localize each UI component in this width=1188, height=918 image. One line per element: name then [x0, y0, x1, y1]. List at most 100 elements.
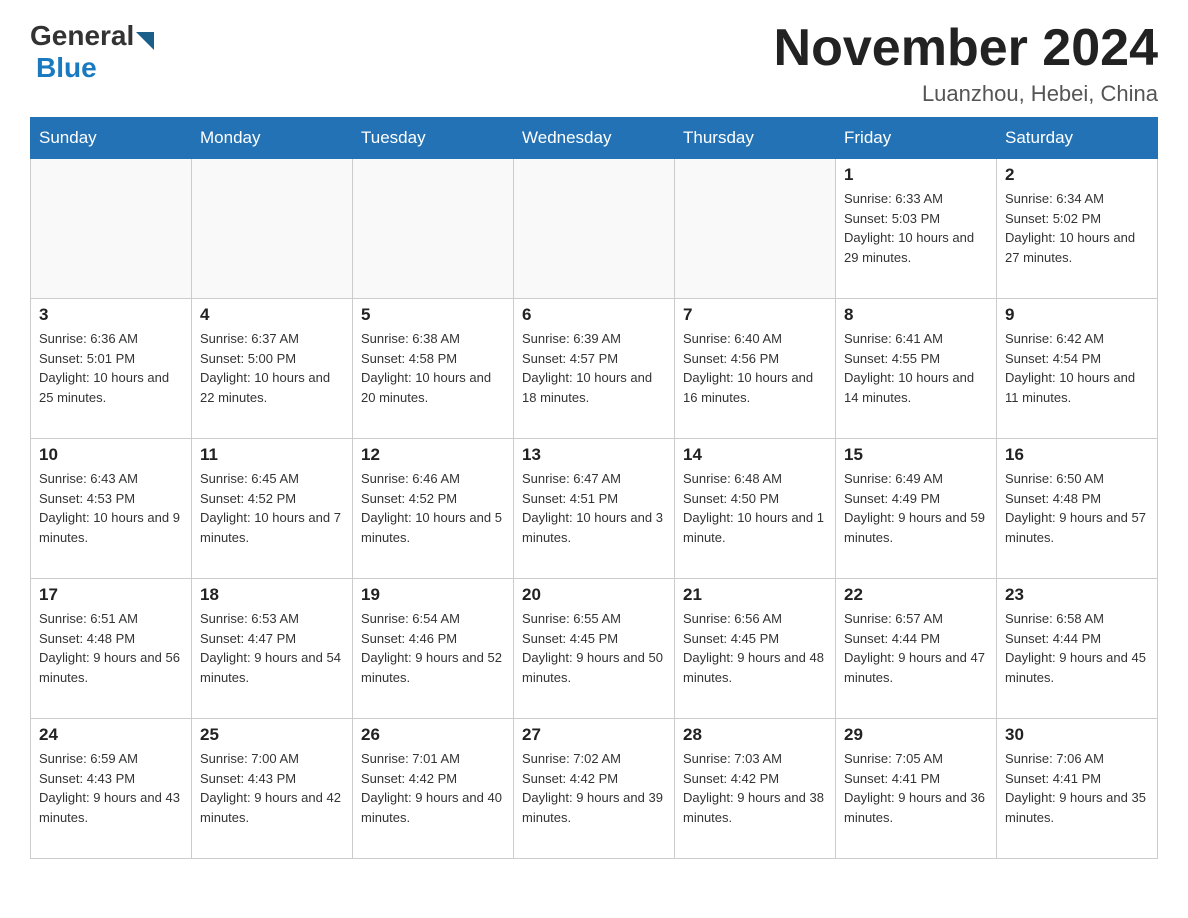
calendar-cell: 7 Sunrise: 6:40 AMSunset: 4:56 PMDaylight… — [675, 299, 836, 439]
day-number: 18 — [200, 585, 344, 605]
weekday-header-wednesday: Wednesday — [514, 118, 675, 159]
calendar-cell: 11 Sunrise: 6:45 AMSunset: 4:52 PMDayligh… — [192, 439, 353, 579]
day-number: 27 — [522, 725, 666, 745]
calendar-week-3: 10Sunrise: 6:43 AMSunset: 4:53 PMDayligh… — [31, 439, 1158, 579]
day-number: 13 — [522, 445, 666, 465]
day-info: Sunrise: 7:06 AMSunset: 4:41 PMDaylight:… — [1005, 749, 1149, 827]
calendar-week-2: 3 Sunrise: 6:36 AMSunset: 5:01 PMDaylight… — [31, 299, 1158, 439]
day-number: 11 — [200, 445, 344, 465]
calendar-cell: 21 Sunrise: 6:56 AMSunset: 4:45 PMDayligh… — [675, 579, 836, 719]
day-info: Sunrise: 6:59 AMSunset: 4:43 PMDaylight:… — [39, 749, 183, 827]
calendar-table: SundayMondayTuesdayWednesdayThursdayFrid… — [30, 117, 1158, 859]
calendar-cell: 13 Sunrise: 6:47 AMSunset: 4:51 PMDayligh… — [514, 439, 675, 579]
day-info: Sunrise: 6:39 AMSunset: 4:57 PMDaylight:… — [522, 329, 666, 407]
day-number: 14 — [683, 445, 827, 465]
day-number: 26 — [361, 725, 505, 745]
day-number: 1 — [844, 165, 988, 185]
day-number: 2 — [1005, 165, 1149, 185]
calendar-cell: 4 Sunrise: 6:37 AMSunset: 5:00 PMDaylight… — [192, 299, 353, 439]
logo: General Blue — [30, 20, 156, 84]
day-number: 5 — [361, 305, 505, 325]
calendar-week-1: 1 Sunrise: 6:33 AMSunset: 5:03 PMDaylight… — [31, 159, 1158, 299]
calendar-cell: 26Sunrise: 7:01 AMSunset: 4:42 PMDayligh… — [353, 719, 514, 859]
weekday-header-saturday: Saturday — [997, 118, 1158, 159]
calendar-cell: 2 Sunrise: 6:34 AMSunset: 5:02 PMDaylight… — [997, 159, 1158, 299]
day-info: Sunrise: 7:02 AMSunset: 4:42 PMDaylight:… — [522, 749, 666, 827]
day-info: Sunrise: 7:05 AMSunset: 4:41 PMDaylight:… — [844, 749, 988, 827]
logo-blue-text: Blue — [36, 52, 97, 83]
weekday-header-sunday: Sunday — [31, 118, 192, 159]
calendar-cell — [192, 159, 353, 299]
calendar-cell: 17 Sunrise: 6:51 AMSunset: 4:48 PMDayligh… — [31, 579, 192, 719]
day-info: Sunrise: 6:49 AMSunset: 4:49 PMDaylight:… — [844, 469, 988, 547]
day-number: 24 — [39, 725, 183, 745]
day-number: 29 — [844, 725, 988, 745]
day-number: 17 — [39, 585, 183, 605]
calendar-cell — [31, 159, 192, 299]
day-number: 20 — [522, 585, 666, 605]
day-info: Sunrise: 6:56 AMSunset: 4:45 PMDaylight:… — [683, 609, 827, 687]
day-info: Sunrise: 7:03 AMSunset: 4:42 PMDaylight:… — [683, 749, 827, 827]
day-info: Sunrise: 6:33 AMSunset: 5:03 PMDaylight:… — [844, 189, 988, 267]
calendar-cell: 12Sunrise: 6:46 AMSunset: 4:52 PMDayligh… — [353, 439, 514, 579]
day-number: 9 — [1005, 305, 1149, 325]
day-info: Sunrise: 6:37 AMSunset: 5:00 PMDaylight:… — [200, 329, 344, 407]
day-info: Sunrise: 6:36 AMSunset: 5:01 PMDaylight:… — [39, 329, 183, 407]
calendar-week-5: 24 Sunrise: 6:59 AMSunset: 4:43 PMDayligh… — [31, 719, 1158, 859]
calendar-cell: 20 Sunrise: 6:55 AMSunset: 4:45 PMDayligh… — [514, 579, 675, 719]
calendar-subtitle: Luanzhou, Hebei, China — [774, 81, 1158, 107]
day-info: Sunrise: 6:42 AMSunset: 4:54 PMDaylight:… — [1005, 329, 1149, 407]
day-number: 10 — [39, 445, 183, 465]
day-info: Sunrise: 6:47 AMSunset: 4:51 PMDaylight:… — [522, 469, 666, 547]
calendar-cell: 19Sunrise: 6:54 AMSunset: 4:46 PMDayligh… — [353, 579, 514, 719]
weekday-header-monday: Monday — [192, 118, 353, 159]
day-info: Sunrise: 6:45 AMSunset: 4:52 PMDaylight:… — [200, 469, 344, 547]
day-info: Sunrise: 6:58 AMSunset: 4:44 PMDaylight:… — [1005, 609, 1149, 687]
calendar-cell: 28 Sunrise: 7:03 AMSunset: 4:42 PMDayligh… — [675, 719, 836, 859]
day-info: Sunrise: 6:51 AMSunset: 4:48 PMDaylight:… — [39, 609, 183, 687]
day-number: 7 — [683, 305, 827, 325]
day-info: Sunrise: 6:38 AMSunset: 4:58 PMDaylight:… — [361, 329, 505, 407]
day-info: Sunrise: 6:40 AMSunset: 4:56 PMDaylight:… — [683, 329, 827, 407]
day-info: Sunrise: 6:53 AMSunset: 4:47 PMDaylight:… — [200, 609, 344, 687]
calendar-cell: 5 Sunrise: 6:38 AMSunset: 4:58 PMDaylight… — [353, 299, 514, 439]
day-info: Sunrise: 6:34 AMSunset: 5:02 PMDaylight:… — [1005, 189, 1149, 267]
calendar-cell: 22Sunrise: 6:57 AMSunset: 4:44 PMDayligh… — [836, 579, 997, 719]
day-number: 6 — [522, 305, 666, 325]
calendar-cell: 18 Sunrise: 6:53 AMSunset: 4:47 PMDayligh… — [192, 579, 353, 719]
weekday-header-friday: Friday — [836, 118, 997, 159]
day-number: 15 — [844, 445, 988, 465]
day-info: Sunrise: 7:00 AMSunset: 4:43 PMDaylight:… — [200, 749, 344, 827]
logo-general-text: General — [30, 20, 134, 52]
calendar-header: November 2024 Luanzhou, Hebei, China — [774, 20, 1158, 107]
calendar-cell: 23 Sunrise: 6:58 AMSunset: 4:44 PMDayligh… — [997, 579, 1158, 719]
day-number: 25 — [200, 725, 344, 745]
day-number: 16 — [1005, 445, 1149, 465]
day-number: 21 — [683, 585, 827, 605]
calendar-cell: 16 Sunrise: 6:50 AMSunset: 4:48 PMDayligh… — [997, 439, 1158, 579]
day-info: Sunrise: 6:48 AMSunset: 4:50 PMDaylight:… — [683, 469, 827, 547]
day-number: 8 — [844, 305, 988, 325]
calendar-cell: 1 Sunrise: 6:33 AMSunset: 5:03 PMDaylight… — [836, 159, 997, 299]
calendar-cell — [353, 159, 514, 299]
day-number: 3 — [39, 305, 183, 325]
calendar-cell: 30 Sunrise: 7:06 AMSunset: 4:41 PMDayligh… — [997, 719, 1158, 859]
day-info: Sunrise: 6:41 AMSunset: 4:55 PMDaylight:… — [844, 329, 988, 407]
day-number: 30 — [1005, 725, 1149, 745]
day-info: Sunrise: 6:50 AMSunset: 4:48 PMDaylight:… — [1005, 469, 1149, 547]
weekday-header-tuesday: Tuesday — [353, 118, 514, 159]
calendar-title: November 2024 — [774, 20, 1158, 77]
day-number: 28 — [683, 725, 827, 745]
weekday-header-row: SundayMondayTuesdayWednesdayThursdayFrid… — [31, 118, 1158, 159]
calendar-cell: 3 Sunrise: 6:36 AMSunset: 5:01 PMDaylight… — [31, 299, 192, 439]
calendar-cell: 27 Sunrise: 7:02 AMSunset: 4:42 PMDayligh… — [514, 719, 675, 859]
day-info: Sunrise: 6:55 AMSunset: 4:45 PMDaylight:… — [522, 609, 666, 687]
calendar-cell: 15 Sunrise: 6:49 AMSunset: 4:49 PMDayligh… — [836, 439, 997, 579]
day-info: Sunrise: 6:46 AMSunset: 4:52 PMDaylight:… — [361, 469, 505, 547]
day-number: 4 — [200, 305, 344, 325]
day-number: 23 — [1005, 585, 1149, 605]
calendar-cell: 14 Sunrise: 6:48 AMSunset: 4:50 PMDayligh… — [675, 439, 836, 579]
calendar-week-4: 17 Sunrise: 6:51 AMSunset: 4:48 PMDayligh… — [31, 579, 1158, 719]
day-info: Sunrise: 6:54 AMSunset: 4:46 PMDaylight:… — [361, 609, 505, 687]
day-number: 22 — [844, 585, 988, 605]
